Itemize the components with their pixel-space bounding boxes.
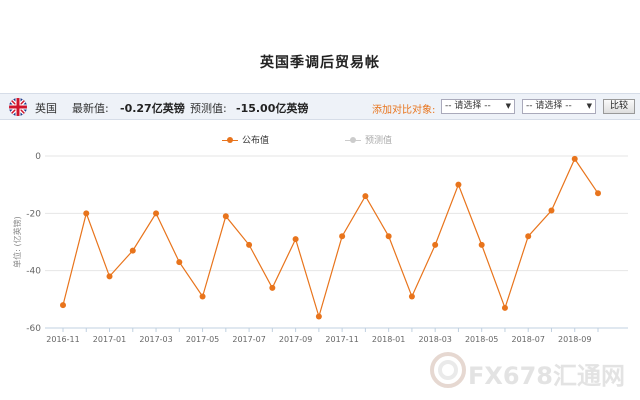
data-point — [432, 241, 439, 248]
x-tick-label: 2017-09 — [279, 335, 312, 344]
data-point — [292, 236, 299, 243]
uk-flag-icon — [9, 98, 27, 116]
y-tick-label: -40 — [26, 267, 41, 277]
x-tick-label: 2018-03 — [418, 335, 451, 344]
data-point — [269, 284, 276, 291]
compare-select-1[interactable]: -- 请选择 -- ▼ — [441, 99, 515, 114]
x-tick-label: 2018-01 — [372, 335, 405, 344]
latest-value: -0.27亿英镑 — [120, 102, 185, 115]
line-chart: 0 -20 -40 -60 2016-11 2017-01 2017-03 2017-05 20… — [12, 152, 628, 344]
data-point — [339, 233, 346, 240]
x-tick-label: 2018-07 — [511, 335, 544, 344]
forecast-value-label: 预测值: — [190, 102, 227, 115]
x-tick-label: 2017-11 — [325, 335, 358, 344]
data-point — [525, 233, 532, 240]
data-point — [478, 241, 485, 248]
page-title: 英国季调后贸易帐 — [260, 55, 380, 71]
y-axis-label: 单位: (亿英镑) — [12, 216, 22, 267]
data-point — [362, 193, 369, 200]
data-point — [153, 210, 160, 217]
y-tick-label: -20 — [26, 209, 41, 219]
data-point — [60, 302, 66, 309]
compare-select-2[interactable]: -- 请选择 -- ▼ — [522, 99, 596, 114]
x-tick-label: 2017-05 — [186, 335, 219, 344]
series-line-published — [62, 157, 599, 319]
data-point — [176, 259, 183, 266]
x-tick-label: 2018-09 — [558, 335, 591, 344]
forecast-value: -15.00亿英镑 — [236, 102, 309, 115]
y-tick-label: -60 — [26, 324, 41, 334]
x-tick-label: 2018-05 — [465, 335, 498, 344]
data-point — [246, 241, 253, 248]
dropdown-arrow-icon: ▼ — [505, 102, 511, 110]
compare-button[interactable]: 比较 — [603, 99, 635, 114]
data-point — [385, 233, 392, 240]
data-point — [129, 247, 136, 254]
x-tick-label: 2017-03 — [139, 335, 172, 344]
x-tick-label: 2017-01 — [93, 335, 126, 344]
data-point — [501, 304, 508, 311]
info-bar: 英国 最新值: -0.27亿英镑 预测值: -15.00亿英镑 添加对比对象: … — [0, 93, 640, 120]
x-tick-label: 2017-07 — [232, 335, 265, 344]
x-tick-label: 2016-11 — [46, 335, 79, 344]
watermark-text: FX678汇通网 — [468, 362, 625, 390]
country-name: 英国 — [35, 102, 57, 115]
compare-select-1-value: -- 请选择 -- — [445, 101, 491, 111]
dropdown-arrow-icon: ▼ — [586, 102, 592, 110]
data-point — [455, 181, 462, 188]
data-point — [106, 273, 113, 280]
latest-value-label: 最新值: — [72, 102, 109, 115]
y-tick-label: 0 — [35, 152, 41, 162]
add-compare-label: 添加对比对象: — [372, 105, 436, 116]
data-point — [571, 155, 578, 162]
data-point — [548, 207, 555, 214]
compare-select-2-value: -- 请选择 -- — [526, 101, 572, 111]
data-point — [315, 313, 322, 320]
data-point — [408, 293, 415, 300]
data-point — [595, 190, 601, 197]
watermark-logo: FX678汇通网 — [430, 344, 640, 394]
data-point — [199, 293, 206, 300]
data-point — [222, 213, 229, 220]
data-point — [83, 210, 90, 217]
